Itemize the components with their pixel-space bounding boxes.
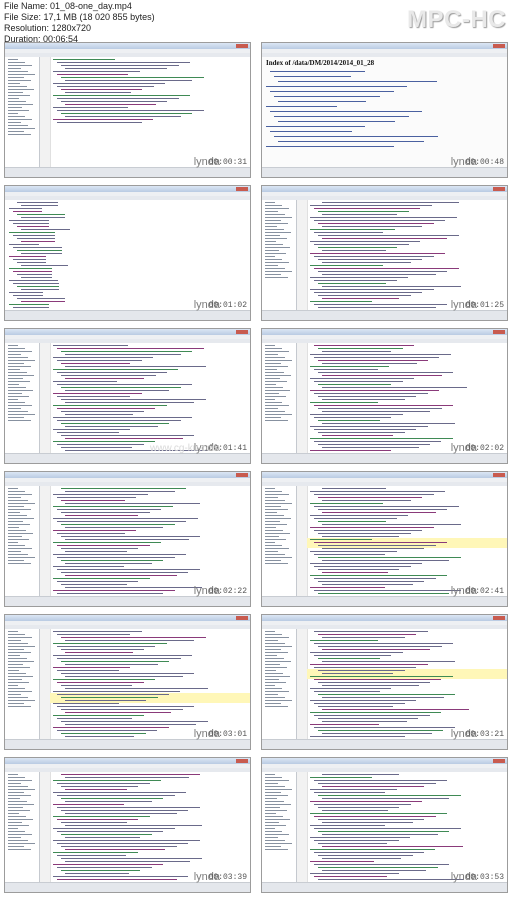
frame-timestamp: 00:02:41 <box>465 587 504 596</box>
project-explorer <box>5 486 40 597</box>
status-bar <box>5 453 250 463</box>
video-frame-thumbnail: lynda 00:02:02 <box>261 328 508 464</box>
video-frame-thumbnail: lynda 00:02:22 <box>4 471 251 607</box>
frame-timestamp: 00:01:25 <box>465 301 504 310</box>
line-number-gutter <box>297 343 308 454</box>
frame-timestamp: 00:03:01 <box>208 730 247 739</box>
window-close-button[interactable] <box>236 44 248 48</box>
code-text <box>53 631 246 739</box>
code-editor <box>40 57 250 168</box>
line-number-gutter <box>40 629 51 740</box>
code-editor <box>297 629 507 740</box>
code-text <box>53 59 246 125</box>
code-editor <box>40 772 250 883</box>
code-editor <box>40 629 250 740</box>
window-close-button[interactable] <box>493 759 505 763</box>
status-bar <box>262 453 507 463</box>
line-number-gutter <box>40 486 51 597</box>
code-text <box>53 345 246 453</box>
window-close-button[interactable] <box>493 473 505 477</box>
page-title: Index of /data/DM/2014/2014_01_28 <box>266 59 375 67</box>
frame-timestamp: 00:03:53 <box>465 873 504 882</box>
frame-timestamp: 00:02:22 <box>208 587 247 596</box>
frame-timestamp: 00:03:21 <box>465 730 504 739</box>
project-explorer <box>5 772 40 883</box>
file-size: File Size: 17,1 MB (18 020 855 bytes) <box>4 12 155 22</box>
frame-timestamp: 00:01:02 <box>208 301 247 310</box>
code-editor <box>40 486 250 597</box>
video-frame-thumbnail: lynda 00:01:25 <box>261 185 508 321</box>
player-logo: MPC-HC <box>407 6 506 33</box>
line-number-gutter <box>297 200 308 311</box>
thumbnail-grid: lynda 00:00:31 Index of /data/DM/2014/2014… <box>4 42 508 894</box>
tool-bar <box>262 53 507 57</box>
frame-timestamp: 00:00:48 <box>465 158 504 167</box>
line-number-gutter <box>40 772 51 883</box>
line-number-gutter <box>40 57 51 168</box>
window-close-button[interactable] <box>236 616 248 620</box>
code-editor <box>297 200 507 311</box>
code-text <box>310 488 503 596</box>
video-frame-thumbnail: lynda 00:00:31 <box>4 42 251 178</box>
status-bar <box>5 739 250 749</box>
window-close-button[interactable] <box>493 616 505 620</box>
project-explorer <box>262 486 297 597</box>
code-editor <box>297 343 507 454</box>
frame-timestamp: 00:00:31 <box>208 158 247 167</box>
line-number-gutter <box>40 343 51 454</box>
code-editor <box>40 343 250 454</box>
code-editor <box>297 486 507 597</box>
directory-listing <box>266 71 487 151</box>
project-explorer <box>5 629 40 740</box>
file-name: File Name: 01_08-one_day.mp4 <box>4 1 132 11</box>
line-number-gutter <box>297 629 308 740</box>
window-close-button[interactable] <box>236 759 248 763</box>
project-explorer <box>5 343 40 454</box>
code-text <box>310 631 503 739</box>
video-frame-thumbnail: lynda 00:02:41 <box>261 471 508 607</box>
window-close-button[interactable] <box>236 330 248 334</box>
terminal-output <box>5 200 250 311</box>
code-text <box>310 202 503 310</box>
status-bar <box>5 167 250 177</box>
project-explorer <box>262 200 297 311</box>
video-frame-thumbnail: lynda 00:03:01 <box>4 614 251 750</box>
line-number-gutter <box>297 772 308 883</box>
video-frame-thumbnail: lynda 00:03:21 <box>261 614 508 750</box>
video-frame-thumbnail: Index of /data/DM/2014/2014_01_28 lynda 00… <box>261 42 508 178</box>
video-frame-thumbnail: lynda 00:03:39 <box>4 757 251 893</box>
watermark: www.cg-ku.com <box>150 443 221 454</box>
window-close-button[interactable] <box>493 44 505 48</box>
project-explorer <box>262 343 297 454</box>
terminal-text <box>9 202 70 310</box>
frame-timestamp: 00:02:02 <box>465 444 504 453</box>
code-editor <box>297 772 507 883</box>
status-bar <box>5 596 250 606</box>
frame-timestamp: 00:03:39 <box>208 873 247 882</box>
status-bar <box>262 167 507 177</box>
window-close-button[interactable] <box>236 187 248 191</box>
code-text <box>53 774 246 882</box>
window-close-button[interactable] <box>493 330 505 334</box>
media-info: File Name: 01_08-one_day.mp4 File Size: … <box>4 1 155 45</box>
status-bar <box>262 882 507 892</box>
window-close-button[interactable] <box>493 187 505 191</box>
project-explorer <box>5 57 40 168</box>
status-bar <box>5 310 250 320</box>
project-explorer <box>262 629 297 740</box>
video-frame-thumbnail: lynda 00:03:53 <box>261 757 508 893</box>
code-text <box>53 488 246 596</box>
video-frame-thumbnail: lynda 00:01:02 <box>4 185 251 321</box>
status-bar <box>262 596 507 606</box>
status-bar <box>5 882 250 892</box>
project-explorer <box>262 772 297 883</box>
status-bar <box>262 739 507 749</box>
resolution: Resolution: 1280x720 <box>4 23 92 33</box>
window-close-button[interactable] <box>236 473 248 477</box>
status-bar <box>262 310 507 320</box>
code-text <box>310 774 503 882</box>
code-text <box>310 345 503 453</box>
